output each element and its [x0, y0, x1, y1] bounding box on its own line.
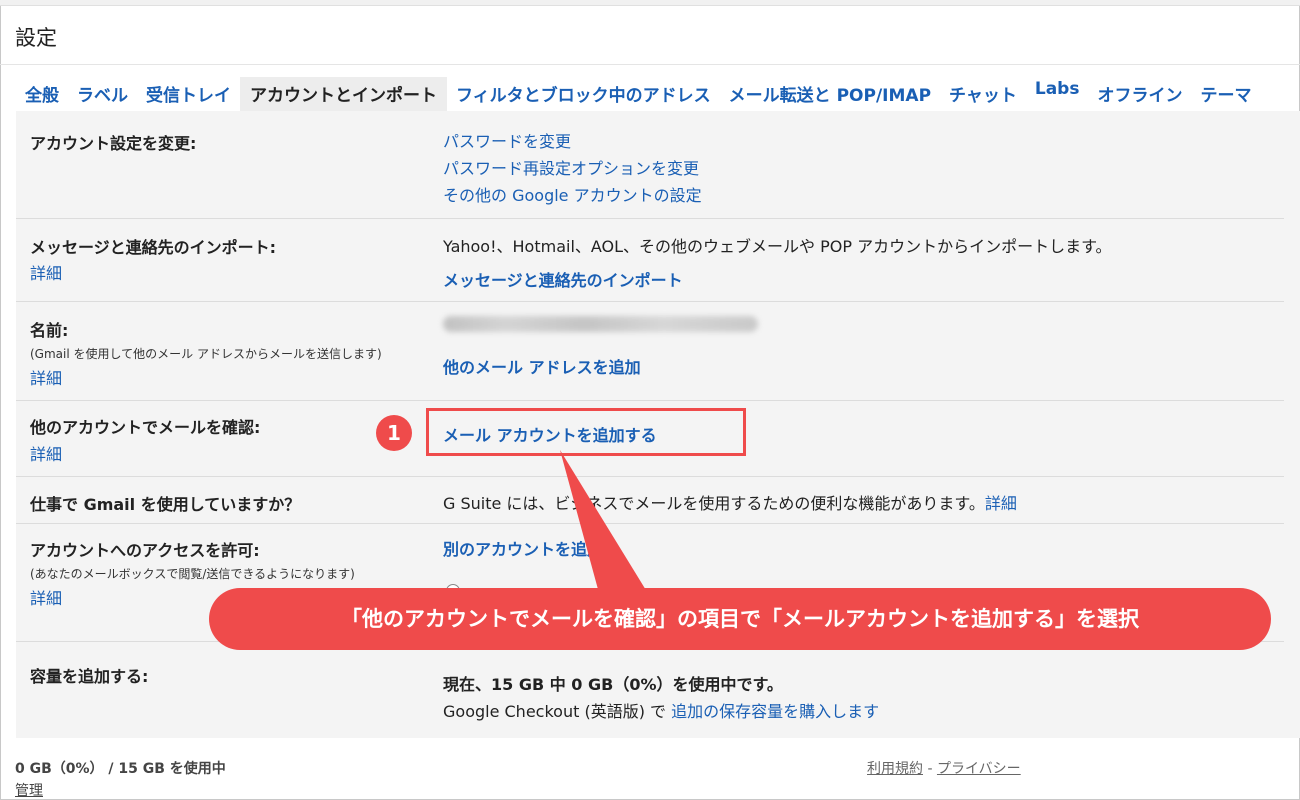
instruction-callout: 「他のアカウントでメールを確認」の項目で「メールアカウントを追加する」を選択 [209, 588, 1271, 650]
check-mail-more-link[interactable]: 詳細 [30, 441, 62, 465]
highlight-box [426, 408, 746, 456]
storage-usage: 現在、15 GB 中 0 GB（0%）を使用中です。 [443, 675, 783, 694]
add-email-address-link[interactable]: 他のメール アドレスを追加 [443, 354, 641, 378]
import-more-link[interactable]: 詳細 [30, 260, 62, 284]
grant-access-label: アカウントへのアクセスを許可: [30, 541, 260, 560]
row-name: 名前: (Gmail を使用して他のメール アドレスからメールを送信します) 詳… [16, 301, 1284, 400]
top-bar [0, 0, 1300, 6]
name-more-link[interactable]: 詳細 [30, 365, 62, 389]
footer-manage-link[interactable]: 管理 [15, 780, 43, 800]
tab-filters[interactable]: フィルタとブロック中のアドレス [447, 77, 720, 111]
grant-access-sub-label: (あなたのメールボックスで閲覧/送信できるようになります) [30, 567, 355, 581]
import-description: Yahoo!、Hotmail、AOL、その他のウェブメールや POP アカウント… [443, 237, 1112, 256]
change-password-link[interactable]: パスワードを変更 [443, 128, 571, 152]
storage-label: 容量を追加する: [30, 667, 149, 686]
settings-tabs: 全般 ラベル 受信トレイ アカウントとインポート フィルタとブロック中のアドレス… [16, 77, 1260, 111]
row-change-account: アカウント設定を変更: パスワードを変更 パスワード再設定オプションを変更 その… [16, 111, 1284, 218]
check-mail-label: 他のアカウントでメールを確認: [30, 418, 261, 437]
grant-access-more-link[interactable]: 詳細 [30, 585, 62, 609]
tab-themes[interactable]: テーマ [1191, 77, 1260, 111]
google-account-settings-link[interactable]: その他の Google アカウントの設定 [443, 182, 702, 206]
title-divider [0, 64, 1300, 65]
storage-checkout: Google Checkout (英語版) で 追加の保存容量を購入します [443, 698, 879, 722]
row-storage: 容量を追加する: 現在、15 GB 中 0 GB（0%）を使用中です。 Goog… [16, 641, 1284, 738]
footer-separator: - [923, 761, 937, 777]
add-another-account-link[interactable]: 別のアカウントを追加 [443, 536, 603, 560]
gsuite-description: G Suite には、ビジネスでメールを使用するための便利な機能があります。 [443, 494, 985, 513]
work-label: 仕事で Gmail を使用していますか？ [30, 495, 301, 514]
footer-links: 利用規約 - プライバシー [867, 758, 1021, 778]
gsuite-more-link[interactable]: 詳細 [985, 494, 1017, 513]
name-sub-label: (Gmail を使用して他のメール アドレスからメールを送信します) [30, 347, 382, 361]
tab-labs[interactable]: Labs [1026, 77, 1089, 111]
step-badge: 1 [376, 415, 412, 451]
tab-general[interactable]: 全般 [16, 77, 68, 111]
terms-link[interactable]: 利用規約 [867, 761, 923, 777]
checkout-prefix: Google Checkout (英語版) で [443, 702, 672, 721]
tab-labels[interactable]: ラベル [68, 77, 137, 111]
import-messages-contacts-link[interactable]: メッセージと連絡先のインポート [443, 267, 683, 291]
page-title: 設定 [15, 26, 57, 50]
privacy-link[interactable]: プライバシー [937, 761, 1021, 777]
row-import: メッセージと連絡先のインポート: 詳細 Yahoo!、Hotmail、AOL、そ… [16, 218, 1284, 301]
tab-inbox[interactable]: 受信トレイ [137, 77, 240, 111]
tab-offline[interactable]: オフライン [1088, 77, 1191, 111]
tab-accounts-import[interactable]: アカウントとインポート [240, 77, 447, 111]
change-account-label: アカウント設定を変更: [30, 134, 197, 153]
footer-storage-usage: 0 GB（0%） / 15 GB を使用中 [15, 761, 226, 777]
tab-chat[interactable]: チャット [940, 77, 1026, 111]
work-description: G Suite には、ビジネスでメールを使用するための便利な機能があります。詳細 [443, 490, 1017, 514]
name-label: 名前: [30, 321, 69, 340]
import-label: メッセージと連絡先のインポート: [30, 238, 277, 257]
tab-forwarding-pop-imap[interactable]: メール転送と POP/IMAP [720, 77, 940, 111]
blurred-email-address [443, 316, 758, 332]
row-work: 仕事で Gmail を使用していますか？ G Suite には、ビジネスでメール… [16, 476, 1284, 523]
buy-storage-link[interactable]: 追加の保存容量を購入します [671, 702, 879, 721]
change-recovery-link[interactable]: パスワード再設定オプションを変更 [443, 155, 699, 179]
